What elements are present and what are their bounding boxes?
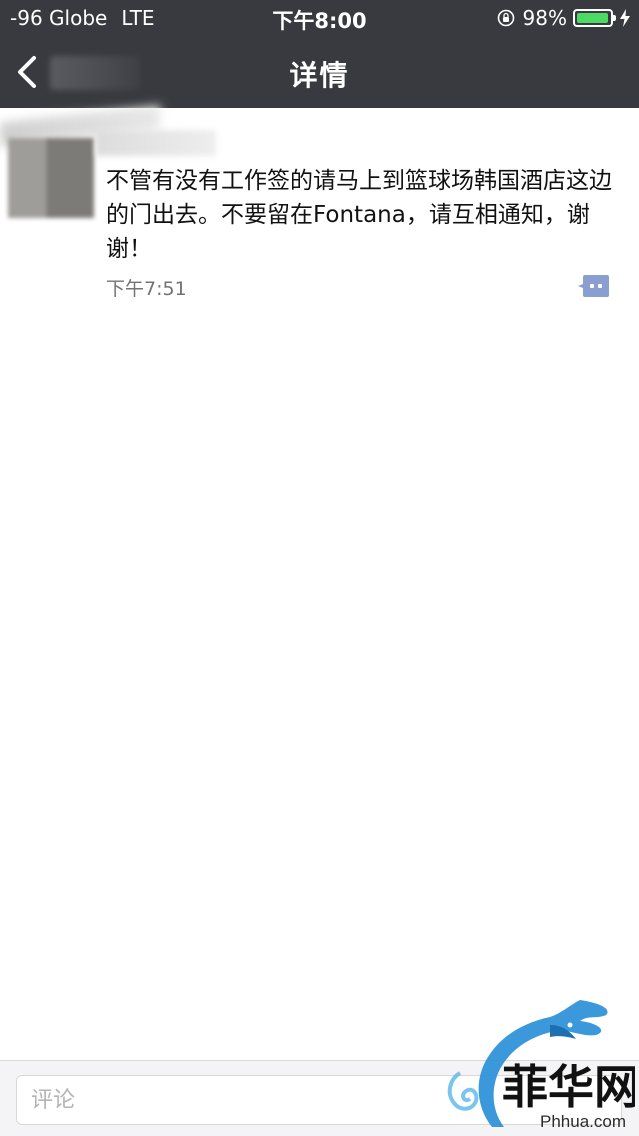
page-title: 详情 <box>289 59 350 92</box>
watermark-text: Phhua.com <box>540 1112 626 1131</box>
comment-bubble-icon[interactable] <box>578 274 610 298</box>
post-timestamp: 下午7:51 <box>106 278 187 300</box>
orientation-lock-icon <box>497 9 514 27</box>
status-bar: -96 Globe LTE 下午8:00 98% <box>0 0 639 36</box>
blurred-author-name[interactable] <box>96 130 216 156</box>
comment-input[interactable] <box>16 1075 622 1125</box>
avatar[interactable] <box>8 138 94 218</box>
top-bar: -96 Globe LTE 下午8:00 98% 详情 <box>0 0 639 108</box>
post-text: 不管有没有工作签的请马上到篮球场韩国酒店这边的门出去。不要留在Fontana，请… <box>106 168 612 262</box>
battery-nub <box>613 15 616 21</box>
battery-percent: 98% <box>522 6 567 30</box>
status-right: 98% <box>497 6 631 30</box>
navigation-bar: 详情 <box>0 36 639 108</box>
battery-icon <box>573 9 616 27</box>
battery-fill <box>577 13 608 23</box>
charging-bolt-icon <box>620 9 630 27</box>
